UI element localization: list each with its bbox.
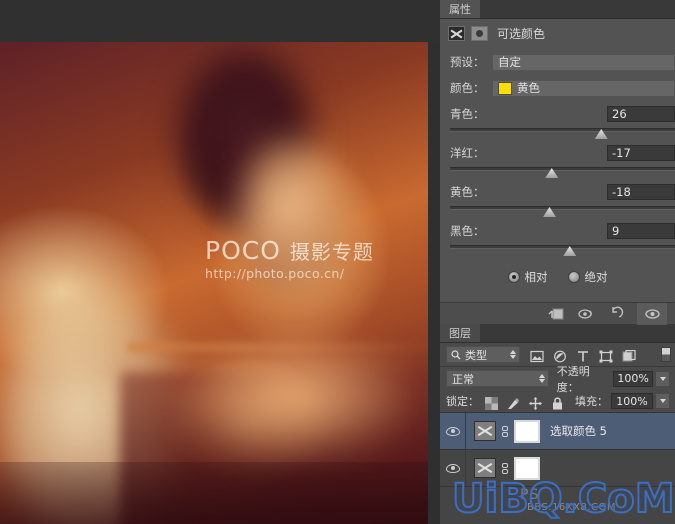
blend-mode-value: 正常 xyxy=(452,371,474,387)
opacity-chevron-down-icon[interactable] xyxy=(655,371,670,387)
eye-icon xyxy=(446,464,460,473)
chevron-updown-icon xyxy=(539,374,545,383)
color-swatch xyxy=(498,82,512,95)
radio-relative-label: 相对 xyxy=(525,269,548,285)
slider-yellow-track[interactable] xyxy=(450,206,675,210)
layer-thumbnail[interactable] xyxy=(474,421,496,441)
slider-magenta-value[interactable]: -17 xyxy=(607,145,675,161)
reset-adjustment-icon[interactable] xyxy=(607,306,625,322)
slider-magenta: 洋红： -17 xyxy=(440,142,675,180)
adjustment-layer-filter-icon[interactable] xyxy=(553,348,567,362)
layer-mask-thumbnail[interactable] xyxy=(514,420,540,443)
layers-panel: 图层 类型 xyxy=(440,324,675,487)
layer-name[interactable]: 选取颜色 5 xyxy=(550,423,607,439)
blend-mode-row: 正常 不透明度： 100% xyxy=(440,367,675,390)
canvas-right-margin xyxy=(428,42,440,524)
layer-filter-kind-label: 类型 xyxy=(465,347,487,363)
slider-yellow-label: 黄色： xyxy=(450,184,492,200)
photo-region-hair xyxy=(175,52,315,227)
slider-cyan-track[interactable] xyxy=(450,128,675,132)
slider-black-track[interactable] xyxy=(450,245,675,249)
lock-position-icon[interactable] xyxy=(529,395,542,408)
colors-dropdown[interactable]: 黄色 xyxy=(492,80,675,97)
right-dock: 属性 可选颜色 预设： 自定 颜色： 黄色 xyxy=(440,0,675,524)
properties-body: 预设： 自定 颜色： 黄色 青色： 26 xyxy=(440,47,675,324)
selective-color-icon[interactable] xyxy=(448,26,465,41)
method-radio-group: 相对 绝对 xyxy=(440,264,675,290)
properties-footer xyxy=(440,302,675,324)
shape-layer-filter-icon[interactable] xyxy=(599,348,613,362)
canvas-background xyxy=(0,0,440,42)
slider-black-label: 黑色： xyxy=(450,223,492,239)
fill-label: 填充： xyxy=(575,393,608,409)
radio-absolute-label: 绝对 xyxy=(585,269,608,285)
table-row[interactable]: 选取颜色 5 xyxy=(440,413,675,450)
radio-absolute[interactable]: 绝对 xyxy=(568,269,608,285)
photoshop-window: POCO 摄影专题 http://photo.poco.cn/ UiBQ.CoM… xyxy=(0,0,675,524)
slider-black: 黑色： 9 xyxy=(440,220,675,258)
layer-visibility-toggle[interactable] xyxy=(440,413,466,449)
slider-cyan-value[interactable]: 26 xyxy=(607,106,675,122)
slider-yellow: 黄色： -18 xyxy=(440,181,675,219)
toggle-layer-visibility-icon[interactable] xyxy=(637,303,667,325)
opacity-value[interactable]: 100% xyxy=(613,371,654,387)
colors-label: 颜色： xyxy=(450,80,492,96)
photo-region-hair-lower xyxy=(230,162,350,297)
fill-chevron-down-icon[interactable] xyxy=(655,393,670,409)
lock-all-icon[interactable] xyxy=(551,395,564,408)
lock-image-pixels-icon[interactable] xyxy=(507,395,520,408)
colors-value: 黄色 xyxy=(517,80,540,96)
chevron-updown-icon xyxy=(510,350,516,359)
search-icon xyxy=(451,350,461,360)
colors-row: 颜色： 黄色 xyxy=(440,77,675,99)
table-row[interactable] xyxy=(440,450,675,487)
lock-transparent-pixels-icon[interactable] xyxy=(485,395,498,408)
radio-absolute-dot xyxy=(568,271,580,283)
layer-visibility-toggle[interactable] xyxy=(440,450,466,486)
slider-magenta-track[interactable] xyxy=(450,167,675,171)
opacity-label: 不透明度： xyxy=(557,363,610,395)
clip-to-layer-icon[interactable] xyxy=(547,306,565,322)
link-mask-icon[interactable] xyxy=(501,461,509,475)
tab-properties[interactable]: 属性 xyxy=(440,0,481,18)
tab-layers[interactable]: 图层 xyxy=(440,324,481,342)
blend-mode-dropdown[interactable]: 正常 xyxy=(446,370,549,387)
layer-filter-kind-dropdown[interactable]: 类型 xyxy=(446,346,520,363)
properties-header: 可选颜色 xyxy=(440,19,675,47)
photo-region-shadow xyxy=(0,462,428,524)
layer-mask-thumbnail[interactable] xyxy=(514,457,540,480)
preset-dropdown[interactable]: 自定 xyxy=(492,54,675,71)
photo-region-face xyxy=(240,137,350,277)
properties-panel: 属性 可选颜色 预设： 自定 颜色： 黄色 xyxy=(440,0,675,324)
slider-cyan: 青色： 26 xyxy=(440,103,675,141)
smart-object-filter-icon[interactable] xyxy=(622,348,636,362)
layers-tab-bar: 图层 xyxy=(440,324,675,343)
properties-title: 可选颜色 xyxy=(497,25,545,42)
type-layer-filter-icon[interactable] xyxy=(576,348,590,362)
lock-icon-group xyxy=(485,395,564,408)
slider-magenta-label: 洋红： xyxy=(450,145,492,161)
pixel-layer-filter-icon[interactable] xyxy=(530,348,544,362)
preset-circle-icon[interactable] xyxy=(471,26,488,41)
preset-value: 自定 xyxy=(498,54,521,70)
photo-region-rail xyxy=(128,342,428,352)
radio-relative-dot xyxy=(508,271,520,283)
preset-label: 预设： xyxy=(450,54,492,70)
layer-thumbnail[interactable] xyxy=(474,458,496,478)
slider-black-value[interactable]: 9 xyxy=(607,223,675,239)
layer-filter-type-icons xyxy=(530,348,636,362)
preset-row: 预设： 自定 xyxy=(440,51,675,73)
link-mask-icon[interactable] xyxy=(501,424,509,438)
photo-document[interactable] xyxy=(0,42,428,524)
slider-yellow-value[interactable]: -18 xyxy=(607,184,675,200)
filter-enable-toggle-icon[interactable] xyxy=(661,347,671,362)
radio-relative[interactable]: 相对 xyxy=(508,269,548,285)
fill-value[interactable]: 100% xyxy=(611,393,653,409)
eye-icon xyxy=(446,427,460,436)
canvas-area[interactable]: POCO 摄影专题 http://photo.poco.cn/ xyxy=(0,0,440,524)
lock-label: 锁定： xyxy=(446,393,479,409)
properties-tab-bar: 属性 xyxy=(440,0,675,19)
slider-cyan-label: 青色： xyxy=(450,106,492,122)
view-previous-state-icon[interactable] xyxy=(577,306,595,322)
